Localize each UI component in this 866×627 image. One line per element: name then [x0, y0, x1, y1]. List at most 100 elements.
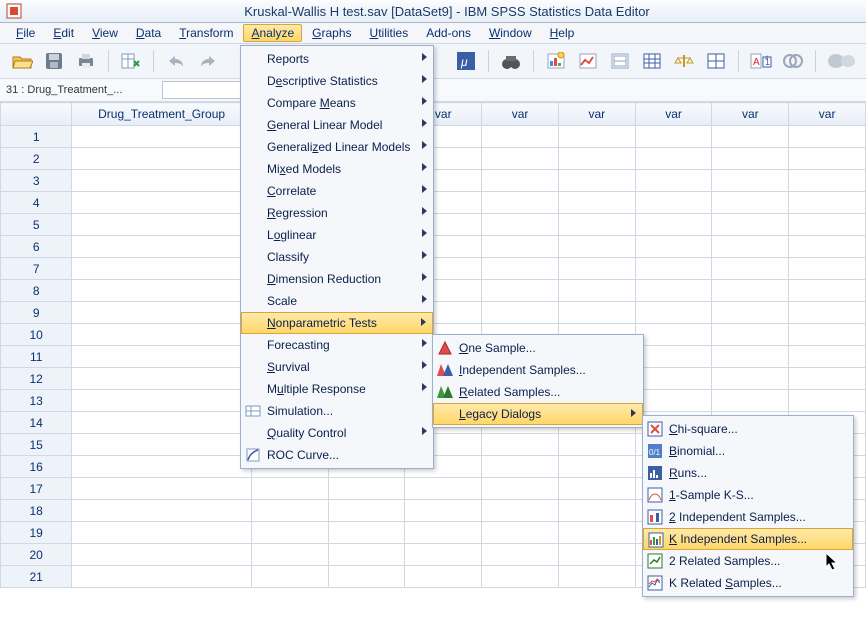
cell[interactable]: [635, 368, 712, 390]
cell[interactable]: [72, 148, 251, 170]
analyze-item-regression[interactable]: Regression: [241, 202, 433, 224]
cell[interactable]: [712, 280, 789, 302]
cell[interactable]: [635, 148, 712, 170]
cell[interactable]: [558, 500, 635, 522]
analyze-menu[interactable]: ReportsDescriptive StatisticsCompare Mea…: [240, 45, 434, 469]
cell[interactable]: [712, 148, 789, 170]
chart1-icon[interactable]: [542, 47, 570, 75]
row-header[interactable]: 13: [1, 390, 72, 412]
analyze-item-simulation[interactable]: Simulation...: [241, 400, 433, 422]
nonparametric-tests-menu[interactable]: One Sample...Independent Samples...Relat…: [432, 334, 644, 428]
cell[interactable]: [558, 258, 635, 280]
analyze-item-generalized-linear-models[interactable]: Generalized Linear Models: [241, 136, 433, 158]
legacy-item-chi-square[interactable]: Chi-square...: [643, 418, 853, 440]
cell[interactable]: [482, 566, 559, 588]
row-header[interactable]: 5: [1, 214, 72, 236]
scale-icon[interactable]: [670, 47, 698, 75]
cell[interactable]: [482, 522, 559, 544]
cell[interactable]: [482, 456, 559, 478]
row-header[interactable]: 21: [1, 566, 72, 588]
analyze-item-dimension-reduction[interactable]: Dimension Reduction: [241, 268, 433, 290]
row-header[interactable]: 1: [1, 126, 72, 148]
cell[interactable]: [558, 456, 635, 478]
cell[interactable]: [251, 522, 328, 544]
row-header[interactable]: 12: [1, 368, 72, 390]
analyze-item-loglinear[interactable]: Loglinear: [241, 224, 433, 246]
cell[interactable]: [251, 566, 328, 588]
save-button[interactable]: [40, 47, 68, 75]
cell[interactable]: [482, 478, 559, 500]
cell[interactable]: [635, 258, 712, 280]
legacy-dialogs-menu[interactable]: Chi-square...0/1Binomial...Runs...1-Samp…: [642, 415, 854, 597]
legacy-item-2-independent-samples[interactable]: 2 Independent Samples...: [643, 506, 853, 528]
cell[interactable]: [789, 214, 866, 236]
cell[interactable]: [635, 170, 712, 192]
cell[interactable]: [482, 500, 559, 522]
cell[interactable]: [482, 544, 559, 566]
cell[interactable]: [251, 544, 328, 566]
cell[interactable]: [789, 368, 866, 390]
cell[interactable]: [328, 544, 405, 566]
analyze-item-general-linear-model[interactable]: General Linear Model: [241, 114, 433, 136]
cell[interactable]: [251, 500, 328, 522]
chart3-icon[interactable]: [606, 47, 634, 75]
cell[interactable]: [72, 236, 251, 258]
cell[interactable]: [72, 126, 251, 148]
cell[interactable]: [789, 280, 866, 302]
row-header[interactable]: 14: [1, 412, 72, 434]
cell[interactable]: [72, 324, 251, 346]
row-header[interactable]: 19: [1, 522, 72, 544]
analyze-item-roc-curve[interactable]: ROC Curve...: [241, 444, 433, 466]
cell[interactable]: [482, 148, 559, 170]
cell[interactable]: [482, 236, 559, 258]
menu-add-ons[interactable]: Add-ons: [418, 24, 479, 42]
legacy-item-2-related-samples[interactable]: 2 Related Samples...: [643, 550, 853, 572]
cell[interactable]: [712, 390, 789, 412]
column-header-var[interactable]: var: [712, 103, 789, 126]
mu-icon[interactable]: μ: [452, 47, 480, 75]
menu-help[interactable]: Help: [542, 24, 583, 42]
analyze-item-quality-control[interactable]: Quality Control: [241, 422, 433, 444]
cell[interactable]: [251, 478, 328, 500]
cell[interactable]: [72, 544, 251, 566]
row-header[interactable]: 17: [1, 478, 72, 500]
legacy-item-k-related-samples[interactable]: K Related Samples...: [643, 572, 853, 594]
cell[interactable]: [558, 236, 635, 258]
venn-icon[interactable]: [779, 47, 807, 75]
cell[interactable]: [558, 192, 635, 214]
redo-button[interactable]: [194, 47, 222, 75]
cell[interactable]: [712, 302, 789, 324]
cell[interactable]: [789, 346, 866, 368]
cell[interactable]: [72, 522, 251, 544]
column-header-var[interactable]: var: [558, 103, 635, 126]
cell[interactable]: [789, 126, 866, 148]
menu-transform[interactable]: Transform: [171, 24, 241, 42]
row-header[interactable]: 2: [1, 148, 72, 170]
row-header[interactable]: 7: [1, 258, 72, 280]
dataset-button[interactable]: [117, 47, 145, 75]
cell[interactable]: [72, 412, 251, 434]
cell[interactable]: [558, 126, 635, 148]
cell[interactable]: [482, 434, 559, 456]
analyze-item-nonparametric-tests[interactable]: Nonparametric Tests: [241, 312, 433, 334]
cell[interactable]: [482, 280, 559, 302]
menu-view[interactable]: View: [84, 24, 126, 42]
cell[interactable]: [635, 302, 712, 324]
cell[interactable]: [635, 236, 712, 258]
cell[interactable]: [482, 258, 559, 280]
analyze-item-scale[interactable]: Scale: [241, 290, 433, 312]
row-header[interactable]: 18: [1, 500, 72, 522]
cell[interactable]: [558, 214, 635, 236]
cell[interactable]: [789, 324, 866, 346]
nonparam-item-related-samples[interactable]: Related Samples...: [433, 381, 643, 403]
cell[interactable]: [635, 346, 712, 368]
cell[interactable]: [72, 390, 251, 412]
nonparam-item-independent-samples[interactable]: Independent Samples...: [433, 359, 643, 381]
cell[interactable]: [328, 522, 405, 544]
legacy-item-1-sample-k-s[interactable]: 1-Sample K-S...: [643, 484, 853, 506]
cell[interactable]: [482, 126, 559, 148]
cell[interactable]: [712, 324, 789, 346]
menu-utilities[interactable]: Utilities: [362, 24, 417, 42]
cell[interactable]: [72, 434, 251, 456]
cell[interactable]: [482, 170, 559, 192]
